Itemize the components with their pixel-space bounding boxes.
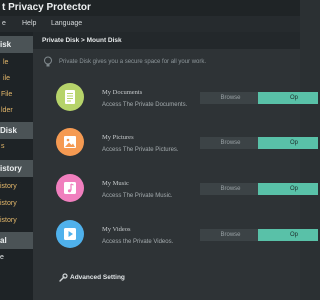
video-icon [56, 220, 84, 248]
info-text: Private Disk gives you a secure space fo… [59, 59, 207, 65]
item-description: Access the Private Videos. [102, 239, 174, 245]
open-button[interactable]: Op [258, 183, 318, 195]
menu-item-file[interactable]: e [2, 16, 6, 32]
wrench-icon [59, 273, 68, 282]
breadcrumb: Private Disk > Mount Disk [33, 32, 300, 49]
private-item-videos: My Videos Access the Private Videos. Bro… [33, 220, 318, 260]
sidebar-item[interactable]: lder [1, 103, 33, 119]
menu-item-help[interactable]: Help [22, 16, 36, 32]
sidebar-item[interactable]: File [1, 87, 33, 103]
sidebar-section-disk[interactable]: Disk [0, 122, 33, 139]
item-title: My Music [102, 180, 129, 187]
sidebar: isk le ile File lder Disk s istory istor… [0, 32, 33, 300]
browse-button[interactable]: Browse [200, 92, 261, 104]
menu-bar: e Help Language [0, 16, 300, 32]
item-description: Access The Private Documents. [102, 102, 188, 108]
open-button[interactable]: Op [258, 92, 318, 104]
sidebar-section-private-disk[interactable]: isk [0, 36, 33, 53]
music-icon [56, 174, 84, 202]
private-item-documents: My Documents Access The Private Document… [33, 83, 318, 123]
sidebar-section-history[interactable]: istory [0, 160, 33, 177]
private-item-pictures: My Pictures Access The Private Pictures.… [33, 128, 318, 168]
item-description: Access The Private Music. [102, 193, 173, 199]
sidebar-item[interactable]: e [0, 250, 33, 266]
sidebar-section-general[interactable]: al [0, 232, 33, 249]
sidebar-item[interactable]: le [3, 55, 33, 71]
picture-icon [56, 128, 84, 156]
advanced-setting-label: Advanced Setting [70, 274, 125, 281]
lightbulb-icon [44, 56, 52, 67]
window-title: t Privacy Protector [0, 0, 300, 16]
item-title: My Pictures [102, 134, 134, 141]
browse-button[interactable]: Browse [200, 137, 261, 149]
sidebar-item[interactable]: s [1, 139, 33, 155]
main-panel: Private Disk > Mount Disk Private Disk g… [33, 32, 318, 300]
browse-button[interactable]: Browse [200, 183, 261, 195]
open-button[interactable]: Op [258, 229, 318, 241]
menu-item-language[interactable]: Language [51, 16, 82, 32]
document-icon [56, 83, 84, 111]
item-description: Access The Private Pictures. [102, 147, 179, 153]
item-title: My Documents [102, 89, 143, 96]
sidebar-item[interactable]: istory [0, 213, 33, 229]
open-button[interactable]: Op [258, 137, 318, 149]
item-title: My Videos [102, 226, 131, 233]
browse-button[interactable]: Browse [200, 229, 261, 241]
sidebar-item[interactable]: ile [3, 71, 33, 87]
private-item-music: My Music Access The Private Music. Brows… [33, 174, 318, 214]
sidebar-item[interactable]: istory [0, 196, 33, 212]
sidebar-item[interactable]: istory [0, 179, 33, 195]
